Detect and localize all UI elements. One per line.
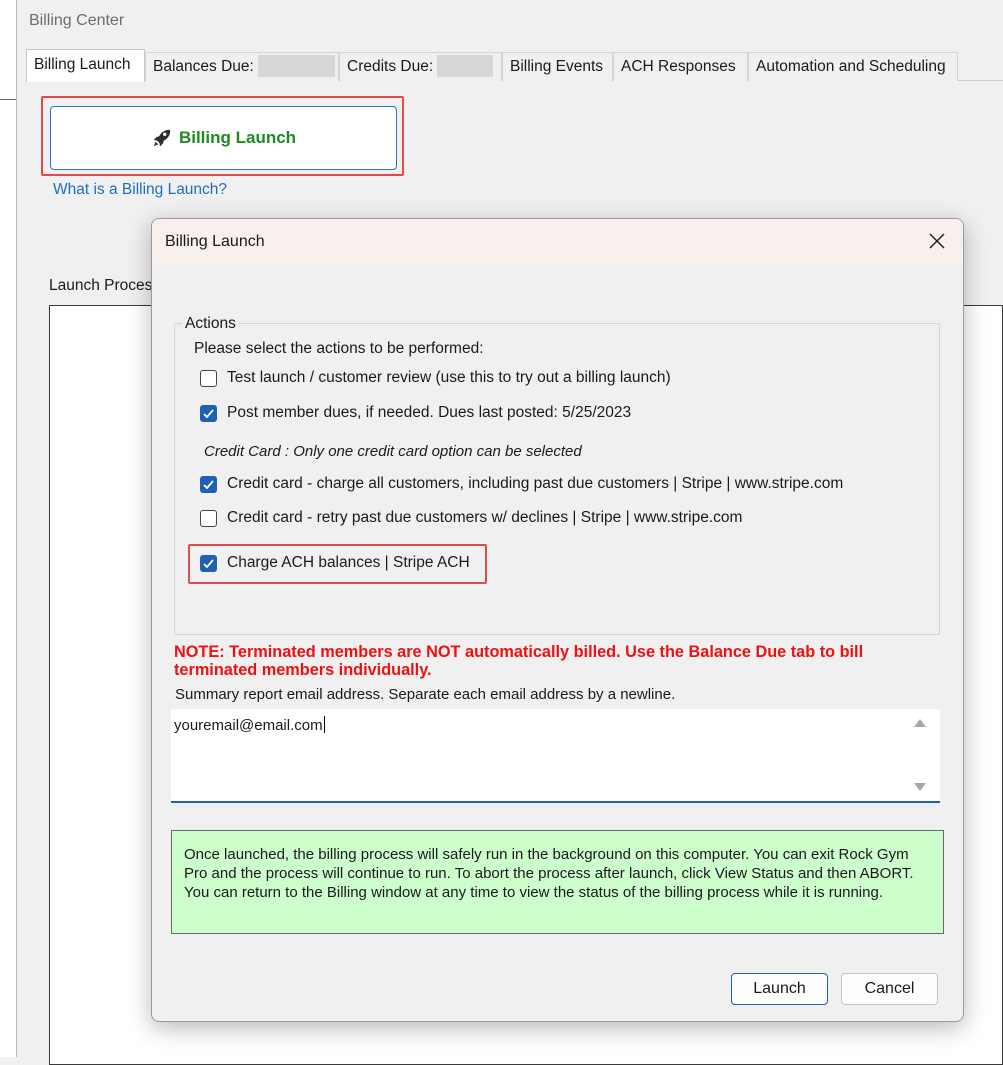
terminated-members-note: NOTE: Terminated members are NOT automat…	[174, 643, 864, 679]
scroll-up-icon[interactable]	[914, 719, 926, 727]
option-post-member-dues[interactable]: Post member dues, if needed. Dues last p…	[200, 404, 631, 422]
option-label: Post member dues, if needed. Dues last p…	[227, 404, 632, 421]
option-test-launch[interactable]: Test launch / customer review (use this …	[200, 369, 671, 387]
launch-button[interactable]: Launch	[731, 973, 828, 1005]
tab-billing-events[interactable]: Billing Events	[502, 52, 613, 81]
tab-balances-due[interactable]: Balances Due:	[145, 52, 339, 81]
tab-label: Automation and Scheduling	[756, 58, 946, 75]
tab-ach-responses[interactable]: ACH Responses	[613, 52, 748, 81]
billing-launch-dialog: Billing Launch Actions Please select the…	[151, 218, 964, 1022]
desktop-gutter	[0, 0, 16, 1057]
tab-label: Credits Due:	[347, 58, 434, 75]
rocket-icon	[153, 129, 171, 147]
tab-billing-launch[interactable]: Billing Launch	[26, 49, 145, 82]
checkbox-icon[interactable]	[200, 554, 217, 572]
redacted-count	[437, 55, 494, 77]
option-credit-card-charge-all[interactable]: Credit card - charge all customers, incl…	[200, 475, 843, 493]
cancel-button[interactable]: Cancel	[841, 973, 938, 1005]
option-label: Charge ACH balances | Stripe ACH	[227, 554, 470, 571]
checkbox-icon[interactable]	[200, 404, 217, 422]
billing-launch-button[interactable]: Billing Launch	[50, 106, 397, 170]
tab-label: Balances Due:	[153, 58, 254, 75]
email-field[interactable]: youremail@email.com	[171, 709, 940, 803]
launch-process-label: Launch Proces	[49, 277, 153, 294]
option-label: Credit card - retry past due customers w…	[227, 509, 743, 526]
checkbox-icon[interactable]	[200, 475, 217, 493]
tab-label: Billing Events	[510, 58, 604, 75]
tab-credits-due[interactable]: Credits Due:	[339, 52, 502, 81]
actions-instruction: Please select the actions to be performe…	[194, 340, 484, 357]
checkbox-icon[interactable]	[200, 369, 217, 387]
tab-automation-scheduling[interactable]: Automation and Scheduling	[748, 52, 958, 81]
background-process-info: Once launched, the billing process will …	[171, 830, 944, 934]
scroll-down-icon[interactable]	[914, 783, 926, 791]
checkmark-icon	[203, 408, 214, 418]
dialog-titlebar	[152, 219, 963, 265]
option-label: Credit card - charge all customers, incl…	[227, 475, 844, 492]
what-is-billing-launch-link[interactable]: What is a Billing Launch?	[53, 181, 227, 199]
email-field-value: youremail@email.com	[174, 716, 325, 734]
checkbox-icon[interactable]	[200, 509, 217, 527]
redacted-count	[257, 55, 335, 77]
option-label: Test launch / customer review (use this …	[227, 369, 671, 386]
credit-card-subheading: Credit Card : Only one credit card optio…	[204, 443, 582, 460]
dialog-title: Billing Launch	[165, 233, 265, 250]
gutter-divider	[0, 99, 16, 100]
billing-launch-button-label: Billing Launch	[178, 128, 297, 147]
checkmark-icon	[203, 558, 214, 568]
close-icon[interactable]	[927, 231, 947, 251]
option-credit-card-retry[interactable]: Credit card - retry past due customers w…	[200, 509, 742, 527]
window-title: Billing Center	[29, 12, 125, 29]
actions-group-label: Actions	[182, 315, 239, 333]
checkmark-icon	[203, 479, 214, 489]
tab-label: ACH Responses	[621, 58, 736, 75]
email-field-label: Summary report email address. Separate e…	[175, 686, 676, 703]
option-charge-ach[interactable]: Charge ACH balances | Stripe ACH	[200, 554, 470, 572]
tab-label: Billing Launch	[34, 56, 131, 73]
